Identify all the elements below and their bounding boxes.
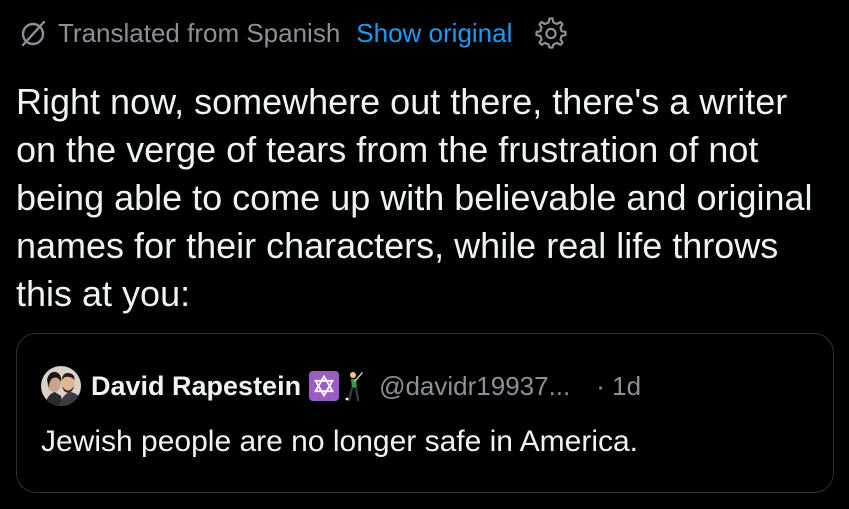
star-of-david-icon bbox=[309, 371, 340, 401]
show-original-link[interactable]: Show original bbox=[356, 18, 512, 49]
quoted-handle[interactable]: @davidr19937... bbox=[379, 371, 570, 402]
quoted-tweet-header: David Rapestein @davidr19937... · 1d bbox=[41, 366, 641, 406]
timestamp-value: 1d bbox=[612, 370, 642, 401]
translation-bar: Translated from Spanish Show original bbox=[18, 12, 568, 54]
avatar[interactable] bbox=[41, 366, 81, 406]
quoted-tweet-card[interactable]: David Rapestein @davidr19937... · 1d Jew… bbox=[16, 333, 834, 493]
tweet-text: Right now, somewhere out there, there's … bbox=[16, 81, 813, 314]
quoted-timestamp[interactable]: · 1d bbox=[596, 371, 641, 402]
translate-off-icon bbox=[18, 18, 48, 48]
quoted-display-name[interactable]: David Rapestein bbox=[91, 371, 301, 402]
golfer-icon bbox=[343, 370, 365, 402]
translated-from-label: Translated from Spanish bbox=[58, 17, 341, 48]
quoted-tweet-text: Jewish people are no longer safe in Amer… bbox=[41, 425, 639, 458]
gear-icon[interactable] bbox=[534, 16, 568, 50]
timestamp-separator: · bbox=[596, 370, 605, 401]
